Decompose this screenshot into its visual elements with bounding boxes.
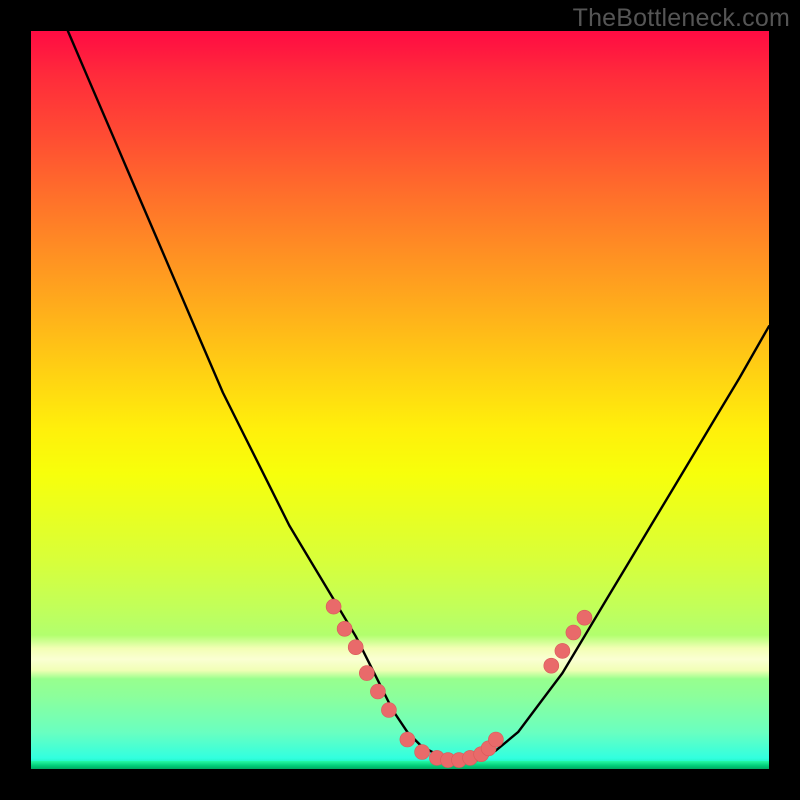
- data-marker: [488, 732, 503, 747]
- data-marker: [566, 625, 581, 640]
- data-marker: [359, 666, 374, 681]
- data-marker: [381, 703, 396, 718]
- data-marker: [348, 640, 363, 655]
- data-marker: [555, 643, 570, 658]
- plot-area: [31, 31, 769, 769]
- data-marker: [544, 658, 559, 673]
- data-marker: [337, 621, 352, 636]
- data-marker: [474, 747, 489, 762]
- data-marker: [415, 745, 430, 760]
- bottom-green-strip: [31, 761, 769, 769]
- data-marker: [577, 610, 592, 625]
- bottleneck-curve: [68, 31, 769, 762]
- watermark-text: TheBottleneck.com: [573, 4, 790, 33]
- curve-layer: [31, 31, 769, 769]
- highlight-band: [31, 635, 769, 679]
- data-marker: [481, 741, 496, 756]
- marker-group: [326, 599, 592, 768]
- data-marker: [400, 732, 415, 747]
- data-marker: [326, 599, 341, 614]
- outer-frame: TheBottleneck.com: [0, 0, 800, 800]
- data-marker: [370, 684, 385, 699]
